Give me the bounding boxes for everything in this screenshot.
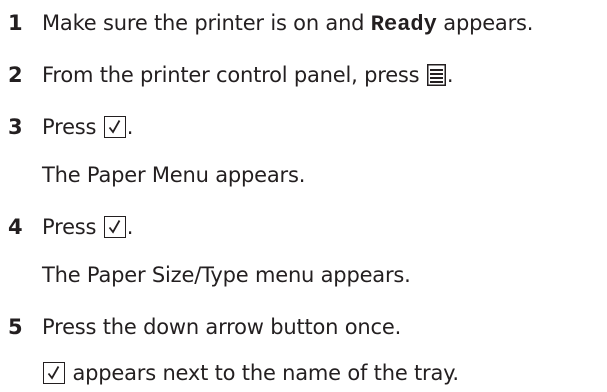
check-icon [103, 216, 126, 238]
step-text: Press the down arrow button once. [42, 315, 402, 339]
step-number: 4 [8, 215, 23, 239]
step-text: From the printer control panel, press . [42, 63, 454, 87]
check-icon [43, 362, 65, 384]
step-result-text: The Paper Size/Type menu appears. [42, 263, 411, 287]
step-text: Press . [42, 215, 134, 239]
step-text: Make sure the printer is on and Ready ap… [42, 11, 534, 37]
ready-status-code: Ready [370, 12, 437, 37]
step-number: 3 [8, 115, 23, 139]
menu-icon [426, 64, 446, 86]
step-text: Press . [42, 115, 134, 139]
check-icon [103, 116, 126, 138]
step-number: 1 [8, 11, 23, 35]
step-result-text: The Paper Menu appears. [42, 163, 306, 187]
step-number: 2 [8, 63, 23, 87]
step-result-text: appears next to the name of the tray. [42, 358, 459, 388]
step-number: 5 [8, 315, 23, 339]
